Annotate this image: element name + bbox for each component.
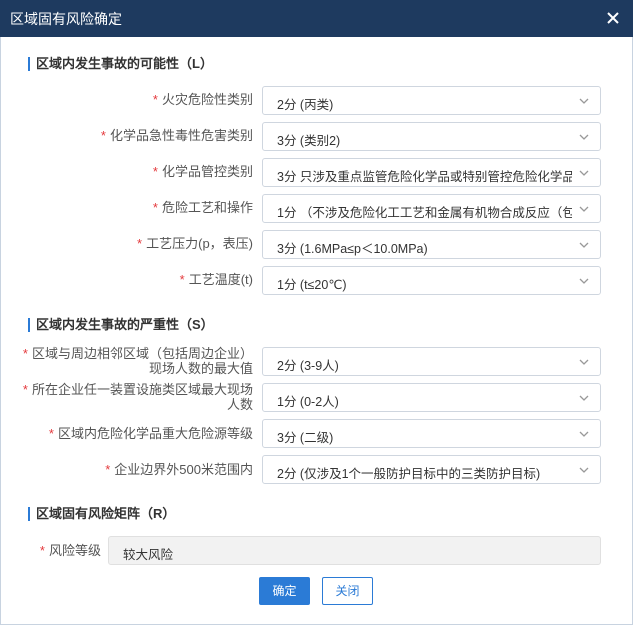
dialog-titlebar: 区域固有风险确定 (0, 0, 633, 37)
process-operation-select[interactable]: 1分 （不涉及危险化工工艺和金属有机物合成反应（包括格 (262, 194, 601, 223)
required-mark: * (152, 200, 158, 215)
process-pressure-value: 3分 (1.6MPa≤p＜10.0MPa) (277, 242, 428, 256)
field-label-process-pressure: * 工艺压力(p，表压) (137, 236, 253, 251)
required-mark: * (152, 92, 158, 107)
section-title-likelihood: 区域内发生事故的可能性（L） (28, 57, 213, 71)
section-title-matrix: 区域固有风险矩阵（R） (28, 507, 175, 521)
required-mark: * (100, 128, 106, 143)
field-label-adjacent-people: * 区域与周边相邻区域（包括周边企业） 现场人数的最大值 (22, 346, 253, 376)
chevron-down-icon (579, 206, 589, 212)
process-temp-select[interactable]: 1分 (t≤20℃) (262, 266, 601, 295)
process-pressure-select[interactable]: 3分 (1.6MPa≤p＜10.0MPa) (262, 230, 601, 259)
field-label-process-operation: * 危险工艺和操作 (152, 200, 253, 215)
required-mark: * (137, 236, 143, 251)
fire-hazard-value: 2分 (丙类) (277, 98, 334, 112)
close-button[interactable]: 关闭 (322, 577, 373, 605)
required-mark: * (48, 426, 54, 441)
risk-level-field: 较大风险 (108, 536, 601, 565)
outside-500m-select[interactable]: 2分 (仅涉及1个一般防护目标中的三类防护目标) (262, 455, 601, 484)
required-mark: * (22, 382, 28, 397)
major-hazard-select[interactable]: 3分 (二级) (262, 419, 601, 448)
facility-people-select[interactable]: 1分 (0-2人) (262, 383, 601, 412)
required-mark: * (39, 543, 45, 558)
chevron-down-icon (579, 278, 589, 284)
adjacent-people-select[interactable]: 2分 (3-9人) (262, 347, 601, 376)
chem-toxicity-select[interactable]: 3分 (类别2) (262, 122, 601, 151)
chem-control-value: 3分 只涉及重点监管危险化学品或特别管控危险化学品 (277, 170, 572, 184)
chevron-down-icon (579, 98, 589, 104)
fire-hazard-select[interactable]: 2分 (丙类) (262, 86, 601, 115)
field-label-major-hazard: * 区域内危险化学品重大危险源等级 (48, 426, 253, 441)
adjacent-people-value: 2分 (3-9人) (277, 359, 339, 373)
chevron-down-icon (579, 170, 589, 176)
chevron-down-icon (579, 467, 589, 473)
field-label-process-temp: * 工艺温度(t) (179, 272, 253, 287)
required-mark: * (22, 346, 28, 361)
required-mark: * (105, 462, 111, 477)
required-mark: * (152, 164, 158, 179)
process-operation-value: 1分 （不涉及危险化工工艺和金属有机物合成反应（包括格 (277, 206, 572, 220)
field-label-risk-level: * 风险等级 (39, 543, 101, 558)
process-temp-value: 1分 (t≤20℃) (277, 278, 347, 292)
field-label-chem-toxicity: * 化学品急性毒性危害类别 (100, 128, 253, 143)
major-hazard-value: 3分 (二级) (277, 431, 334, 445)
close-icon[interactable] (605, 10, 621, 26)
risk-level-value: 较大风险 (123, 548, 174, 562)
field-label-facility-people: * 所在企业任一装置设施类区域最大现场 人数 (22, 382, 253, 412)
confirm-button[interactable]: 确定 (259, 577, 310, 605)
chem-control-select[interactable]: 3分 只涉及重点监管危险化学品或特别管控危险化学品 (262, 158, 601, 187)
facility-people-value: 1分 (0-2人) (277, 395, 339, 409)
chevron-down-icon (579, 431, 589, 437)
dialog-title: 区域固有风险确定 (10, 11, 122, 27)
chevron-down-icon (579, 395, 589, 401)
chevron-down-icon (579, 359, 589, 365)
field-label-fire-hazard: * 火灾危险性类别 (152, 92, 253, 107)
chevron-down-icon (579, 134, 589, 140)
chevron-down-icon (579, 242, 589, 248)
required-mark: * (179, 272, 185, 287)
chem-toxicity-value: 3分 (类别2) (277, 134, 341, 148)
section-title-severity: 区域内发生事故的严重性（S） (28, 318, 214, 332)
field-label-chem-control: * 化学品管控类别 (152, 164, 253, 179)
outside-500m-value: 2分 (仅涉及1个一般防护目标中的三类防护目标) (277, 467, 541, 481)
field-label-outside-500m: * 企业边界外500米范围内 (105, 462, 253, 477)
